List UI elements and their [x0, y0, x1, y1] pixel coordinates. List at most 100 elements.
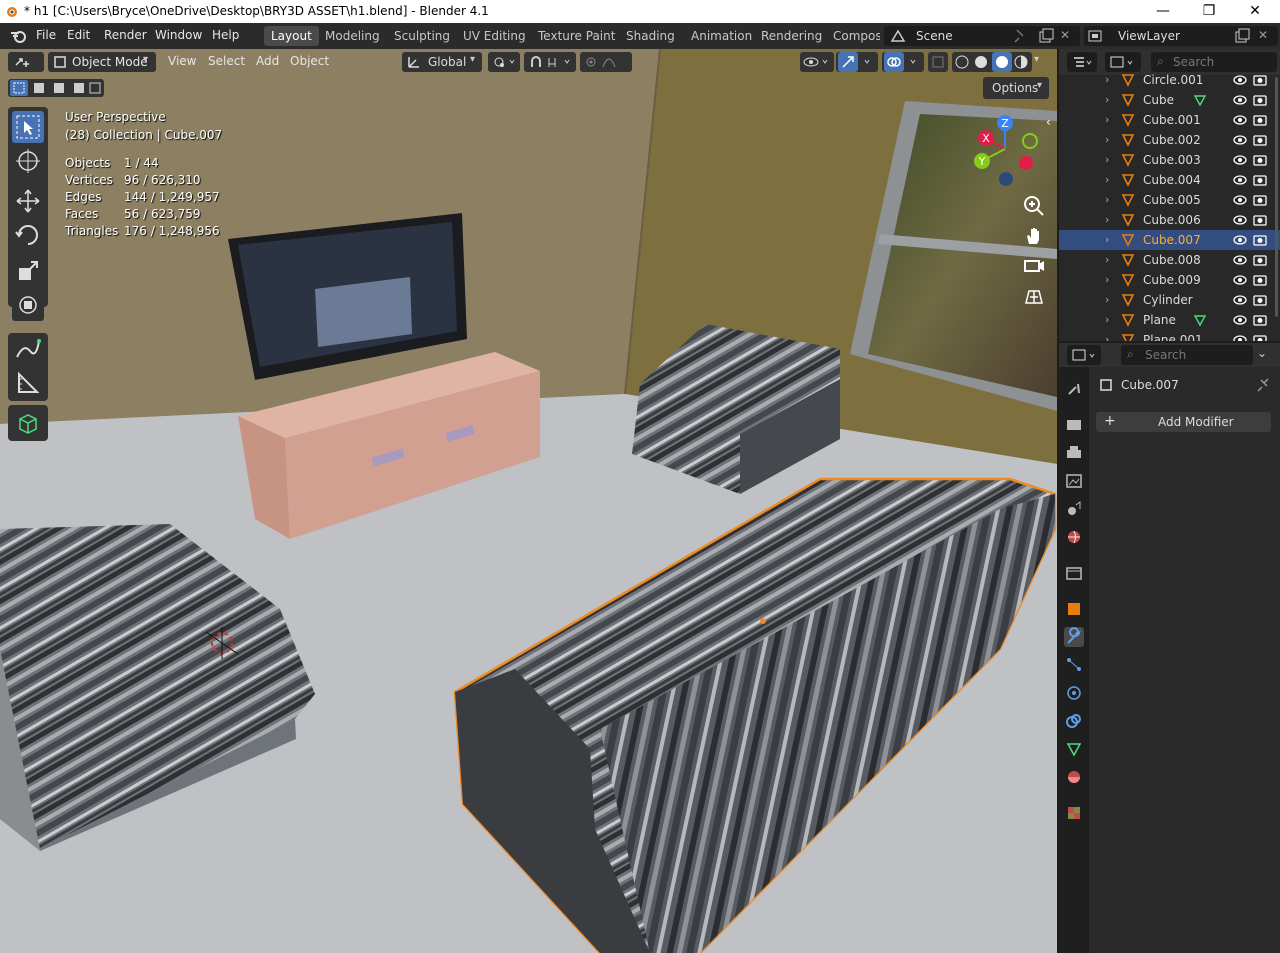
outliner-item-plane[interactable]: › Plane [1059, 310, 1280, 330]
expand-chevron-icon[interactable]: › [1105, 273, 1109, 286]
tab-shading[interactable]: Shading [619, 26, 682, 46]
menu-add[interactable]: Add [250, 52, 285, 72]
expand-chevron-icon[interactable]: › [1105, 293, 1109, 306]
snap-button[interactable] [524, 52, 576, 72]
tab-tool[interactable] [1064, 379, 1084, 399]
outliner-item-label[interactable]: Plane.001 [1143, 333, 1203, 341]
annotate-tool[interactable] [12, 333, 44, 365]
outliner-item-label[interactable]: Circle.001 [1143, 73, 1203, 87]
chevron-down-icon[interactable]: ⌄ [1257, 346, 1267, 360]
scene-selector[interactable]: Scene ✕ [884, 26, 1080, 46]
tab-data[interactable] [1064, 739, 1084, 759]
tab-physics[interactable] [1064, 683, 1084, 703]
outliner-editor-type[interactable] [1067, 52, 1097, 72]
menu-view[interactable]: View [162, 52, 202, 72]
eye-icon[interactable] [1233, 174, 1247, 189]
expand-chevron-icon[interactable]: › [1105, 173, 1109, 186]
eye-icon[interactable] [1233, 294, 1247, 309]
remove-view-layer-icon[interactable]: ✕ [1258, 28, 1268, 42]
tab-collection[interactable] [1064, 563, 1084, 583]
3d-viewport[interactable]: Object Mode ▾ View Select Add Object Glo… [0, 49, 1057, 953]
eye-icon[interactable] [1233, 194, 1247, 209]
tab-sculpting[interactable]: Sculpting [387, 26, 457, 46]
camera-render-icon[interactable] [1253, 254, 1267, 269]
camera-render-icon[interactable] [1253, 174, 1267, 189]
properties-search-input[interactable]: ⌕ Search [1121, 345, 1253, 365]
tab-render[interactable] [1064, 415, 1084, 435]
eye-icon[interactable] [1233, 94, 1247, 109]
menu-window[interactable]: Window [155, 28, 202, 42]
tab-uv-editing[interactable]: UV Editing [456, 26, 533, 46]
transform-tool[interactable] [12, 289, 44, 321]
eye-icon[interactable] [1233, 334, 1247, 341]
camera-render-icon[interactable] [1253, 214, 1267, 229]
outliner-item-label[interactable]: Cube.008 [1143, 253, 1201, 267]
pin-icon[interactable] [1014, 29, 1026, 43]
zoom-icon[interactable] [1022, 194, 1046, 218]
chevron-down-icon[interactable]: ▾ [1034, 54, 1039, 65]
eye-icon[interactable] [1233, 134, 1247, 149]
camera-render-icon[interactable] [1253, 114, 1267, 129]
outliner-item-cube-006[interactable]: › Cube.006 [1059, 210, 1280, 230]
eye-icon[interactable] [1233, 214, 1247, 229]
outliner-item-label[interactable]: Cube.002 [1143, 133, 1201, 147]
outliner-item-label[interactable]: Cube.001 [1143, 113, 1201, 127]
outliner-item-cube-008[interactable]: › Cube.008 [1059, 250, 1280, 270]
add-modifier-button[interactable]: + Add Modifier [1096, 412, 1271, 432]
outliner-item-cube-001[interactable]: › Cube.001 [1059, 110, 1280, 130]
gizmo-toggle[interactable] [836, 52, 878, 72]
camera-render-icon[interactable] [1253, 194, 1267, 209]
expand-chevron-icon[interactable]: › [1105, 313, 1109, 326]
eye-icon[interactable] [1233, 154, 1247, 169]
tab-compositing[interactable]: Compos [826, 26, 880, 46]
tab-texture-paint[interactable]: Texture Paint [531, 26, 622, 46]
add-cube-tool[interactable] [12, 407, 44, 439]
camera-render-icon[interactable] [1253, 294, 1267, 309]
select-box-tool[interactable] [12, 111, 44, 143]
expand-chevron-icon[interactable]: › [1105, 153, 1109, 166]
expand-chevron-icon[interactable]: › [1105, 213, 1109, 226]
camera-render-icon[interactable] [1253, 154, 1267, 169]
tab-object[interactable] [1064, 599, 1084, 619]
toggle-ortho-grid-icon[interactable] [1022, 285, 1046, 309]
outliner-item-label[interactable]: Cube.004 [1143, 173, 1201, 187]
menu-render[interactable]: Render [104, 28, 147, 42]
outliner-item-cube-009[interactable]: › Cube.009 [1059, 270, 1280, 290]
outliner-item-plane-001[interactable]: › Plane.001 [1059, 330, 1280, 341]
expand-chevron-icon[interactable]: › [1105, 133, 1109, 146]
select-mode-group[interactable] [8, 79, 104, 97]
gizmo-neg-y[interactable] [1022, 133, 1038, 149]
outliner-item-cube-004[interactable]: › Cube.004 [1059, 170, 1280, 190]
outliner-item-label[interactable]: Cube.006 [1143, 213, 1201, 227]
outliner-item-cube[interactable]: › Cube [1059, 90, 1280, 110]
outliner-item-cube-007[interactable]: › Cube.007 [1059, 230, 1280, 250]
outliner-item-cylinder[interactable]: › Cylinder [1059, 290, 1280, 310]
xray-toggle[interactable] [928, 52, 948, 72]
pivot-point-button[interactable] [488, 52, 520, 72]
outliner-item-label[interactable]: Plane [1143, 313, 1176, 327]
options-button[interactable]: Options ▾ [983, 77, 1049, 99]
outliner-item-cube-002[interactable]: › Cube.002 [1059, 130, 1280, 150]
camera-render-icon[interactable] [1253, 334, 1267, 341]
outliner-scrollbar[interactable] [1275, 77, 1278, 317]
properties-editor-type[interactable] [1067, 345, 1101, 365]
orientation-selector[interactable]: Global ▾ [402, 52, 482, 72]
camera-render-icon[interactable] [1253, 314, 1267, 329]
outliner-item-label[interactable]: Cube [1143, 93, 1174, 107]
expand-chevron-icon[interactable]: › [1105, 333, 1109, 341]
eye-icon[interactable] [1233, 274, 1247, 289]
eye-icon[interactable] [1233, 114, 1247, 129]
tab-rendering[interactable]: Rendering [754, 26, 829, 46]
camera-render-icon[interactable] [1253, 274, 1267, 289]
tab-output[interactable] [1064, 443, 1084, 463]
eye-icon[interactable] [1233, 254, 1247, 269]
expand-chevron-icon[interactable]: › [1105, 253, 1109, 266]
expand-chevron-icon[interactable]: › [1105, 93, 1109, 106]
tab-world[interactable] [1064, 527, 1084, 547]
camera-render-icon[interactable] [1253, 74, 1267, 89]
camera-render-icon[interactable] [1253, 134, 1267, 149]
shading-mode-group[interactable] [952, 52, 1032, 72]
rotate-tool[interactable] [12, 219, 44, 251]
view-layer-selector[interactable]: ViewLayer ✕ [1084, 26, 1278, 46]
expand-chevron-icon[interactable]: › [1105, 113, 1109, 126]
